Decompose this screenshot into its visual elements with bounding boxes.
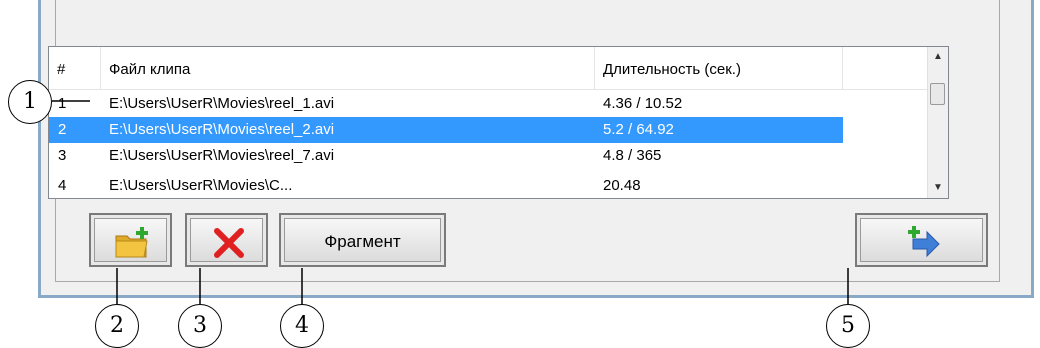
callout-3: 3 bbox=[178, 304, 222, 348]
callout-5: 5 bbox=[826, 304, 870, 348]
callout-2: 2 bbox=[95, 304, 139, 348]
callout-leaders bbox=[52, 100, 849, 304]
callout-1: 1 bbox=[8, 80, 52, 124]
callout-4: 4 bbox=[280, 304, 324, 348]
